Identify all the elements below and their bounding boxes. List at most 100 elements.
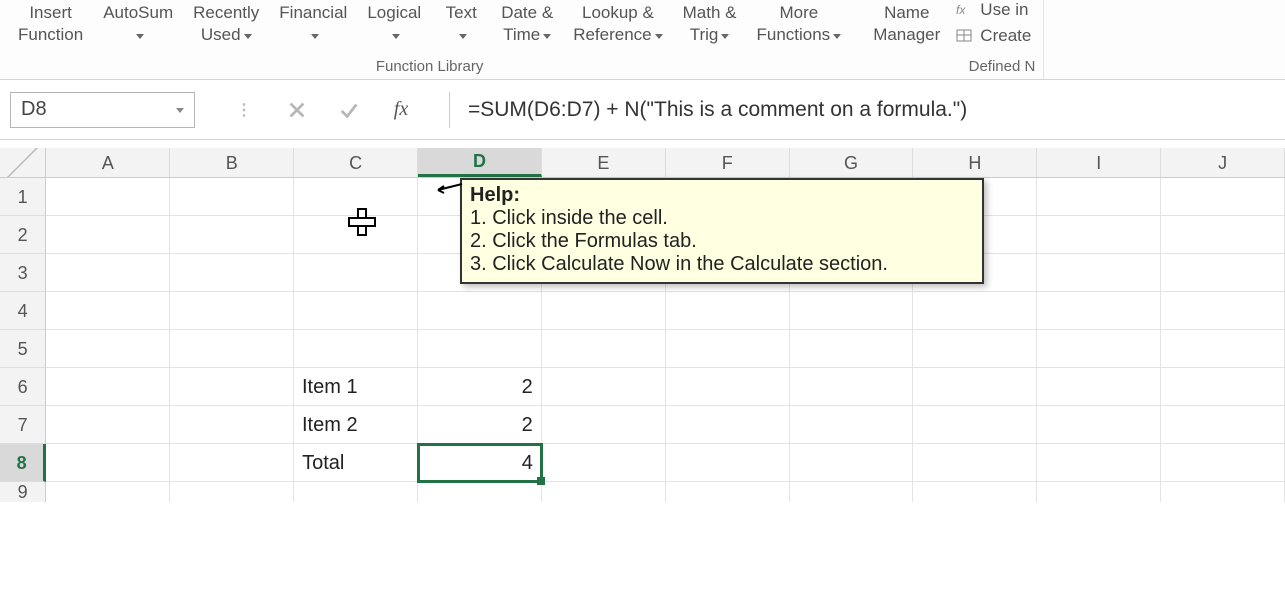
cell-A5[interactable] <box>46 330 170 368</box>
cell-I2[interactable] <box>1037 216 1161 254</box>
column-header-F[interactable]: F <box>666 148 790 177</box>
column-header-E[interactable]: E <box>542 148 666 177</box>
cell-H8[interactable] <box>913 444 1037 482</box>
cell-B3[interactable] <box>170 254 294 292</box>
cell-F6[interactable] <box>666 368 790 406</box>
cell-D6[interactable]: 2 <box>418 368 542 406</box>
column-header-I[interactable]: I <box>1037 148 1161 177</box>
cell-D9[interactable] <box>418 482 542 502</box>
cell-D8[interactable]: 4 <box>418 444 542 482</box>
name-manager-button[interactable]: Name Manager <box>863 0 950 46</box>
name-box[interactable]: D8 <box>10 92 195 128</box>
select-all-corner[interactable] <box>0 148 46 177</box>
cell-C5[interactable] <box>294 330 418 368</box>
cell-A4[interactable] <box>46 292 170 330</box>
insert-function-button[interactable]: Insert Function <box>8 0 93 46</box>
cell-I8[interactable] <box>1037 444 1161 482</box>
cell-G8[interactable] <box>790 444 914 482</box>
cell-C7[interactable]: Item 2 <box>294 406 418 444</box>
cell-H6[interactable] <box>913 368 1037 406</box>
cell-J1[interactable] <box>1161 178 1285 216</box>
row-header-7[interactable]: 7 <box>0 406 46 444</box>
cell-G4[interactable] <box>790 292 914 330</box>
column-header-G[interactable]: G <box>790 148 914 177</box>
cell-E9[interactable] <box>542 482 666 502</box>
cell-J6[interactable] <box>1161 368 1285 406</box>
cell-F8[interactable] <box>666 444 790 482</box>
more-functions-button[interactable]: More Functions <box>746 0 851 46</box>
column-header-D[interactable]: D <box>418 148 542 177</box>
cell-F9[interactable] <box>666 482 790 502</box>
cell-I1[interactable] <box>1037 178 1161 216</box>
enter-formula-button[interactable] <box>323 92 375 128</box>
cell-I9[interactable] <box>1037 482 1161 502</box>
cell-E8[interactable] <box>542 444 666 482</box>
cell-C8[interactable]: Total <box>294 444 418 482</box>
cell-A7[interactable] <box>46 406 170 444</box>
cell-A1[interactable] <box>46 178 170 216</box>
cell-C3[interactable] <box>294 254 418 292</box>
cell-B1[interactable] <box>170 178 294 216</box>
cell-I7[interactable] <box>1037 406 1161 444</box>
fill-handle[interactable] <box>537 477 545 485</box>
column-header-C[interactable]: C <box>294 148 418 177</box>
cell-B5[interactable] <box>170 330 294 368</box>
cell-B8[interactable] <box>170 444 294 482</box>
row-header-3[interactable]: 3 <box>0 254 46 292</box>
cell-B2[interactable] <box>170 216 294 254</box>
cell-H4[interactable] <box>913 292 1037 330</box>
row-header-4[interactable]: 4 <box>0 292 46 330</box>
cell-J4[interactable] <box>1161 292 1285 330</box>
cell-A6[interactable] <box>46 368 170 406</box>
cell-I3[interactable] <box>1037 254 1161 292</box>
financial-button[interactable]: Financial <box>269 0 357 46</box>
date-time-button[interactable]: Date & Time <box>491 0 563 46</box>
row-header-5[interactable]: 5 <box>0 330 46 368</box>
cell-C6[interactable]: Item 1 <box>294 368 418 406</box>
cell-B9[interactable] <box>170 482 294 502</box>
cell-H9[interactable] <box>913 482 1037 502</box>
cell-J3[interactable] <box>1161 254 1285 292</box>
cell-C9[interactable] <box>294 482 418 502</box>
cancel-formula-button[interactable] <box>271 92 323 128</box>
cell-I4[interactable] <box>1037 292 1161 330</box>
column-header-A[interactable]: A <box>46 148 170 177</box>
column-header-B[interactable]: B <box>170 148 294 177</box>
cell-J8[interactable] <box>1161 444 1285 482</box>
row-header-9[interactable]: 9 <box>0 482 46 502</box>
autosum-button[interactable]: AutoSum <box>93 0 183 46</box>
cell-A2[interactable] <box>46 216 170 254</box>
recently-used-button[interactable]: Recently Used <box>183 0 269 46</box>
text-button[interactable]: Text <box>431 0 491 46</box>
cell-D7[interactable]: 2 <box>418 406 542 444</box>
cell-G9[interactable] <box>790 482 914 502</box>
column-header-H[interactable]: H <box>913 148 1037 177</box>
math-trig-button[interactable]: Math & Trig <box>673 0 747 46</box>
cell-C4[interactable] <box>294 292 418 330</box>
cell-D4[interactable] <box>418 292 542 330</box>
logical-button[interactable]: Logical <box>357 0 431 46</box>
cell-E6[interactable] <box>542 368 666 406</box>
cell-J5[interactable] <box>1161 330 1285 368</box>
cell-A8[interactable] <box>46 444 170 482</box>
cell-B4[interactable] <box>170 292 294 330</box>
cell-H5[interactable] <box>913 330 1037 368</box>
cell-B7[interactable] <box>170 406 294 444</box>
lookup-reference-button[interactable]: Lookup & Reference <box>563 0 672 46</box>
cell-D5[interactable] <box>418 330 542 368</box>
cell-F4[interactable] <box>666 292 790 330</box>
cell-J7[interactable] <box>1161 406 1285 444</box>
cell-F5[interactable] <box>666 330 790 368</box>
column-header-J[interactable]: J <box>1161 148 1285 177</box>
create-from-selection-button[interactable]: Create <box>956 26 1031 46</box>
cell-E5[interactable] <box>542 330 666 368</box>
formula-input[interactable]: =SUM(D6:D7) + N("This is a comment on a … <box>449 92 1285 128</box>
cell-J2[interactable] <box>1161 216 1285 254</box>
cell-E4[interactable] <box>542 292 666 330</box>
cell-J9[interactable] <box>1161 482 1285 502</box>
cell-B6[interactable] <box>170 368 294 406</box>
cell-I5[interactable] <box>1037 330 1161 368</box>
cell-G7[interactable] <box>790 406 914 444</box>
row-header-2[interactable]: 2 <box>0 216 46 254</box>
cell-I6[interactable] <box>1037 368 1161 406</box>
